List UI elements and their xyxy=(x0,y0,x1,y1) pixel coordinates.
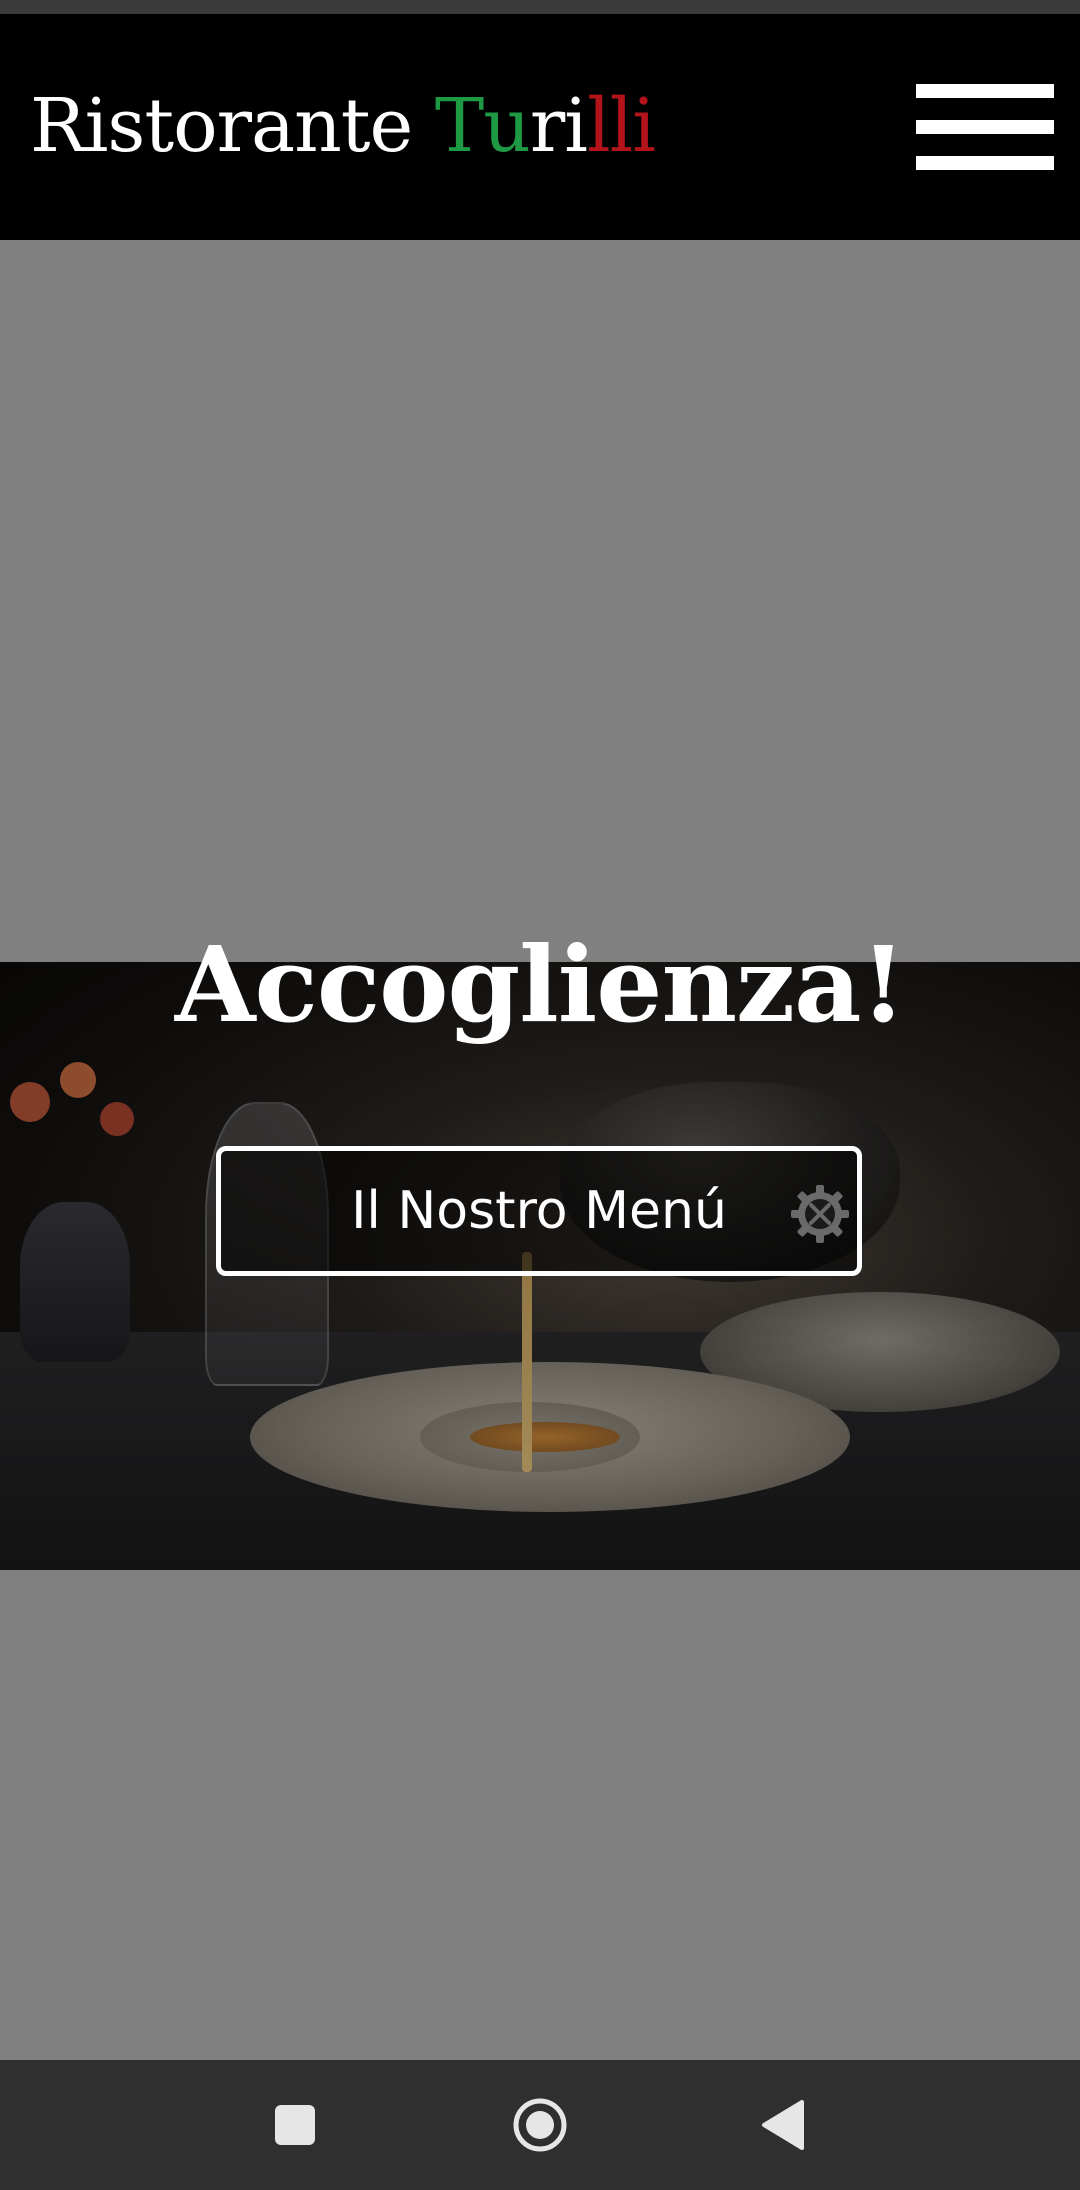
hamburger-menu-icon[interactable] xyxy=(916,84,1054,170)
our-menu-button-label: Il Nostro Menú xyxy=(351,1181,727,1241)
hamburger-line xyxy=(916,156,1054,170)
hero-title: Accoglienza! xyxy=(174,923,906,1046)
hamburger-line xyxy=(916,84,1054,98)
brand-name-red: lli xyxy=(586,83,656,169)
recent-apps-square-icon[interactable] xyxy=(260,2090,330,2160)
site-header: Ristorante Turilli xyxy=(0,14,1080,240)
brand-logo[interactable]: Ristorante Turilli xyxy=(30,76,656,176)
brand-name-green: Tu xyxy=(434,83,531,169)
home-circle-icon[interactable] xyxy=(505,2090,575,2160)
tools-gear-icon xyxy=(791,1185,849,1243)
our-menu-button[interactable]: Il Nostro Menú xyxy=(216,1146,862,1276)
brand-name-part1: Ristorante xyxy=(30,83,435,169)
system-navigation-bar xyxy=(0,2060,1080,2190)
hamburger-line xyxy=(916,120,1054,134)
status-strip xyxy=(0,0,1080,14)
back-triangle-icon[interactable] xyxy=(750,2090,820,2160)
brand-name-white: ri xyxy=(529,83,588,169)
